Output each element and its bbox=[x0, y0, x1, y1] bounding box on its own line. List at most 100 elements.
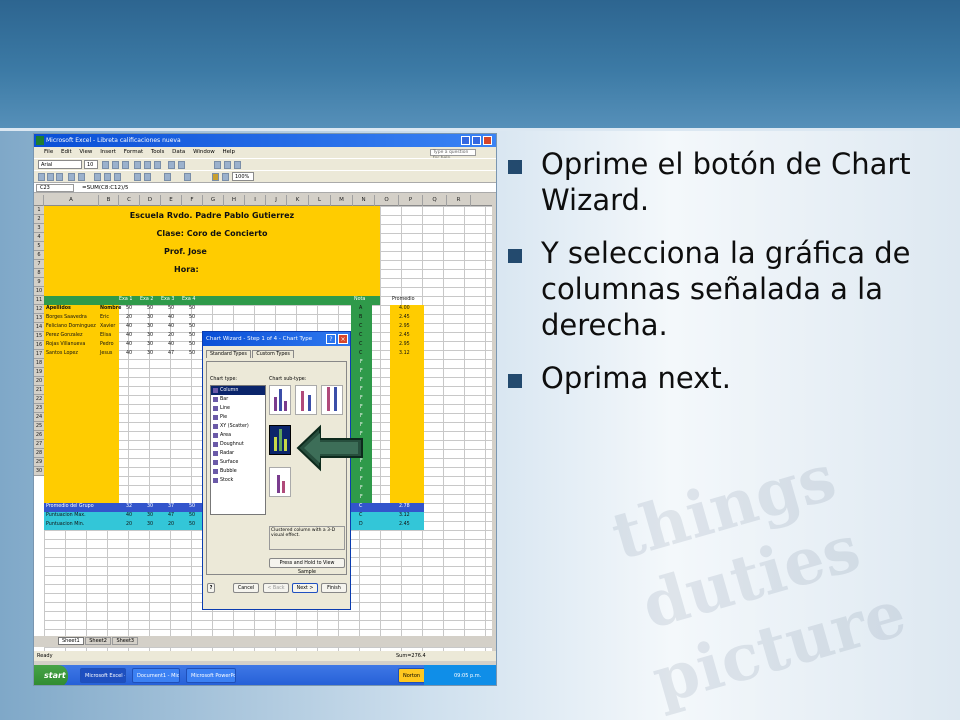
taskbar-powerpoint[interactable]: Microsoft PowerPoint ... bbox=[186, 668, 236, 683]
cancel-button[interactable]: Cancel bbox=[233, 583, 259, 593]
percent-column-thumb[interactable] bbox=[321, 385, 343, 415]
column-header[interactable]: J bbox=[266, 195, 287, 206]
chart-type-item[interactable]: Bubble bbox=[211, 467, 265, 476]
autosum-icon[interactable] bbox=[164, 173, 171, 181]
merge-center-icon[interactable] bbox=[154, 161, 161, 169]
column-header[interactable]: B bbox=[99, 195, 119, 206]
chart-type-item[interactable]: Stock bbox=[211, 476, 265, 485]
column-header[interactable]: H bbox=[224, 195, 245, 206]
taskbar-word[interactable]: Document1 - Microsof... bbox=[132, 668, 180, 683]
row-header[interactable]: 2 bbox=[34, 215, 44, 224]
start-button[interactable]: start bbox=[34, 665, 68, 685]
sheet-tab[interactable]: Sheet2 bbox=[85, 637, 111, 645]
redo-icon[interactable] bbox=[144, 173, 151, 181]
row-header[interactable]: 10 bbox=[34, 287, 44, 296]
3d-column-thumb[interactable] bbox=[269, 467, 291, 497]
3d-clustered-column-thumb[interactable] bbox=[269, 425, 291, 455]
column-header[interactable]: D bbox=[140, 195, 161, 206]
maximize-icon[interactable] bbox=[472, 136, 481, 145]
undo-icon[interactable] bbox=[134, 173, 141, 181]
sheet-tab[interactable]: Sheet1 bbox=[58, 637, 84, 645]
taskbar-excel[interactable]: Microsoft Excel - Libr... bbox=[80, 668, 126, 683]
tab-standard-types[interactable]: Standard Types bbox=[206, 350, 251, 358]
column-header[interactable]: Q bbox=[423, 195, 447, 206]
zoom-select[interactable]: 100% bbox=[232, 172, 254, 181]
row-header[interactable]: 9 bbox=[34, 278, 44, 287]
finish-button[interactable]: Finish bbox=[321, 583, 347, 593]
print-icon[interactable] bbox=[68, 173, 75, 181]
row-header[interactable]: 15 bbox=[34, 332, 44, 341]
menu-help[interactable]: Help bbox=[223, 149, 236, 155]
currency-icon[interactable] bbox=[168, 161, 175, 169]
row-header[interactable]: 24 bbox=[34, 413, 44, 422]
italic-icon[interactable] bbox=[112, 161, 119, 169]
row-header[interactable]: 27 bbox=[34, 440, 44, 449]
clustered-column-thumb[interactable] bbox=[269, 385, 291, 415]
column-header[interactable]: A bbox=[44, 195, 99, 206]
row-header[interactable]: 30 bbox=[34, 467, 44, 476]
press-hold-sample-button[interactable]: Press and Hold to View Sample bbox=[269, 558, 345, 575]
next-button[interactable]: Next > bbox=[292, 583, 318, 593]
row-header[interactable]: 12 bbox=[34, 305, 44, 314]
borders-icon[interactable] bbox=[214, 161, 221, 169]
open-icon[interactable] bbox=[47, 173, 54, 181]
align-left-icon[interactable] bbox=[134, 161, 141, 169]
fill-color-icon[interactable] bbox=[224, 161, 231, 169]
back-button[interactable]: < Back bbox=[263, 583, 289, 593]
row-header[interactable]: 21 bbox=[34, 386, 44, 395]
row-header[interactable]: 17 bbox=[34, 350, 44, 359]
percent-icon[interactable] bbox=[178, 161, 185, 169]
copy-icon[interactable] bbox=[104, 173, 111, 181]
close-icon[interactable] bbox=[483, 136, 492, 145]
office-assistant-icon[interactable]: ? bbox=[207, 583, 215, 593]
row-header[interactable]: 23 bbox=[34, 404, 44, 413]
column-header[interactable]: I bbox=[245, 195, 266, 206]
stacked-column-thumb[interactable] bbox=[295, 385, 317, 415]
row-header[interactable]: 19 bbox=[34, 368, 44, 377]
menu-tools[interactable]: Tools bbox=[151, 149, 165, 155]
row-header[interactable]: 20 bbox=[34, 377, 44, 386]
name-box[interactable]: C23 bbox=[36, 184, 74, 192]
row-header[interactable]: 29 bbox=[34, 458, 44, 467]
column-header[interactable]: P bbox=[399, 195, 423, 206]
row-header[interactable]: 6 bbox=[34, 251, 44, 260]
font-name-select[interactable]: Arial bbox=[38, 160, 82, 169]
close-icon[interactable]: × bbox=[338, 334, 348, 344]
column-header[interactable]: N bbox=[353, 195, 375, 206]
row-header[interactable]: 26 bbox=[34, 431, 44, 440]
paste-icon[interactable] bbox=[114, 173, 121, 181]
chart-type-item[interactable]: Surface bbox=[211, 458, 265, 467]
menu-view[interactable]: View bbox=[79, 149, 92, 155]
chart-type-item[interactable]: Column bbox=[211, 386, 265, 395]
menu-format[interactable]: Format bbox=[124, 149, 143, 155]
row-header[interactable]: 28 bbox=[34, 449, 44, 458]
menu-file[interactable]: File bbox=[44, 149, 53, 155]
column-header[interactable]: O bbox=[375, 195, 399, 206]
row-header[interactable]: 11 bbox=[34, 296, 44, 305]
menu-data[interactable]: Data bbox=[172, 149, 185, 155]
row-header[interactable]: 13 bbox=[34, 314, 44, 323]
sheet-tab[interactable]: Sheet3 bbox=[112, 637, 139, 645]
font-color-icon[interactable] bbox=[234, 161, 241, 169]
help-icon[interactable]: ? bbox=[326, 334, 336, 344]
column-header[interactable]: R bbox=[447, 195, 471, 206]
tab-custom-types[interactable]: Custom Types bbox=[252, 350, 294, 358]
help-search-input[interactable]: Type a question for help bbox=[430, 149, 476, 161]
chart-type-item[interactable]: Radar bbox=[211, 449, 265, 458]
column-header[interactable]: M bbox=[331, 195, 353, 206]
row-header[interactable]: 4 bbox=[34, 233, 44, 242]
chart-type-item[interactable]: Bar bbox=[211, 395, 265, 404]
column-header[interactable]: L bbox=[309, 195, 331, 206]
column-header[interactable]: K bbox=[287, 195, 309, 206]
chart-type-item[interactable]: Line bbox=[211, 404, 265, 413]
row-header[interactable]: 8 bbox=[34, 269, 44, 278]
select-all-corner[interactable] bbox=[34, 195, 44, 206]
row-header[interactable]: 18 bbox=[34, 359, 44, 368]
menu-insert[interactable]: Insert bbox=[100, 149, 116, 155]
row-header[interactable]: 1 bbox=[34, 206, 44, 215]
chart-type-item[interactable]: Pie bbox=[211, 413, 265, 422]
row-header[interactable]: 3 bbox=[34, 224, 44, 233]
row-header[interactable]: 14 bbox=[34, 323, 44, 332]
row-header[interactable]: 16 bbox=[34, 341, 44, 350]
cut-icon[interactable] bbox=[94, 173, 101, 181]
